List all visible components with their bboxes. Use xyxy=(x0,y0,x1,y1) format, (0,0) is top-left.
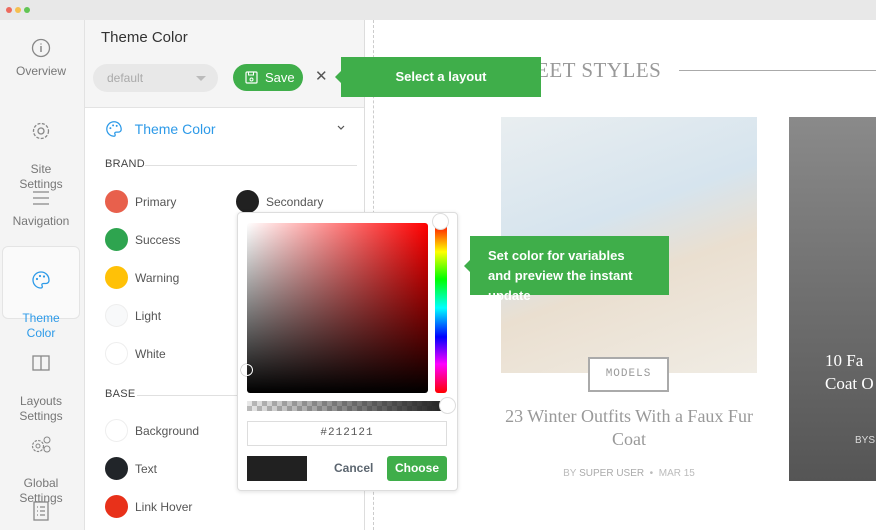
author-link[interactable]: S xyxy=(868,435,875,446)
layout-select-value: default xyxy=(107,71,144,85)
section-title: Theme Color xyxy=(134,121,216,137)
close-icon[interactable]: ✕ xyxy=(315,67,328,85)
save-icon xyxy=(245,71,258,84)
by-label: BY xyxy=(563,468,577,479)
divider xyxy=(145,165,357,166)
gears-icon xyxy=(31,436,51,453)
saturation-area[interactable] xyxy=(247,223,428,393)
article-title[interactable]: 23 Winter Outfits With a Faux Fur Coat xyxy=(501,405,757,451)
by-label: BY xyxy=(855,435,869,446)
color-circle xyxy=(105,457,128,480)
menu-icon xyxy=(33,191,49,205)
swatch-background[interactable]: Background xyxy=(105,419,199,442)
color-circle xyxy=(105,266,128,289)
article-title-2[interactable]: 10 Fa Coat O xyxy=(825,349,874,395)
close-window-button[interactable] xyxy=(6,7,12,13)
minimize-window-button[interactable] xyxy=(15,7,21,13)
swatch-warning[interactable]: Warning xyxy=(105,266,179,289)
sidebar-item-label: Navigation xyxy=(12,214,70,228)
choose-button[interactable]: Choose xyxy=(387,456,447,481)
theme-color-section-header[interactable]: Theme Color xyxy=(105,120,216,138)
base-group-label: BASE xyxy=(105,388,136,400)
sidebar-item-global-settings[interactable]: Global Settings xyxy=(2,420,80,506)
tooltip-set-color: Set color for variables and preview the … xyxy=(464,236,669,303)
chevron-down-icon xyxy=(196,76,206,86)
swatch-label: Success xyxy=(135,232,181,247)
category-badge[interactable]: MODELS xyxy=(588,357,669,392)
alpha-slider[interactable] xyxy=(247,401,447,411)
hue-slider[interactable] xyxy=(435,223,447,393)
article-image-2[interactable]: 10 Fa Coat O BYS xyxy=(789,117,876,481)
maximize-window-button[interactable] xyxy=(24,7,30,13)
sidebar-item-label: Theme Color xyxy=(22,311,60,340)
saturation-handle[interactable] xyxy=(241,364,253,376)
layout-select[interactable]: default xyxy=(93,64,218,92)
list-icon xyxy=(33,501,49,521)
article-meta-2: BYS xyxy=(855,435,875,446)
swatch-label: Light xyxy=(135,308,162,323)
palette-icon xyxy=(106,121,122,137)
color-circle xyxy=(236,190,259,213)
swatch-secondary[interactable]: Secondary xyxy=(236,190,323,213)
color-preview xyxy=(247,456,307,481)
swatch-white[interactable]: White xyxy=(105,342,166,365)
gear-icon xyxy=(32,122,50,140)
info-icon xyxy=(31,38,51,58)
swatch-text[interactable]: Text xyxy=(105,457,157,480)
save-button[interactable]: Save xyxy=(233,64,303,91)
save-label: Save xyxy=(265,70,295,85)
swatch-primary[interactable]: Primary xyxy=(105,190,176,213)
sidebar-item-theme-color[interactable]: Theme Color xyxy=(2,246,80,340)
alpha-handle[interactable] xyxy=(439,397,456,414)
swatch-label: Text xyxy=(135,461,158,476)
sidebar-item-layouts-settings[interactable]: Layouts Settings xyxy=(2,338,80,424)
color-picker: #212121 Cancel Choose xyxy=(237,212,458,491)
swatch-label: Background xyxy=(135,423,200,438)
swatch-label: White xyxy=(135,346,166,361)
panel-header: Theme Color default Save ✕ xyxy=(85,20,364,108)
author-link[interactable]: SUPER USER xyxy=(579,468,644,479)
tooltip-select-layout: Select a layout xyxy=(335,57,541,97)
cancel-button[interactable]: Cancel xyxy=(334,461,373,475)
color-circle xyxy=(105,228,128,251)
chevron-down-icon[interactable] xyxy=(336,124,346,132)
sidebar-item-more[interactable] xyxy=(2,500,80,528)
sidebar-item-label: Layouts Settings xyxy=(19,394,63,423)
color-circle xyxy=(105,304,128,327)
hex-input[interactable]: #212121 xyxy=(247,421,447,446)
palette-icon xyxy=(32,271,50,289)
color-circle xyxy=(105,190,128,213)
swatch-label: Warning xyxy=(135,270,180,285)
section-heading: EET STYLES xyxy=(536,58,662,82)
sidebar-item-navigation[interactable]: Navigation xyxy=(2,188,80,229)
window-titlebar xyxy=(0,0,876,20)
color-circle xyxy=(105,342,128,365)
swatch-label: Primary xyxy=(135,194,177,209)
hue-handle[interactable] xyxy=(432,213,449,230)
page-title: Theme Color xyxy=(101,29,188,46)
swatch-success[interactable]: Success xyxy=(105,228,180,251)
brand-group-label: BRAND xyxy=(105,158,146,170)
heading-rule xyxy=(679,70,876,71)
sidebar: Overview Site Settings Navigation Theme … xyxy=(0,20,85,530)
swatch-label: Secondary xyxy=(266,194,324,209)
color-circle xyxy=(105,495,128,518)
swatch-link-hover[interactable]: Link Hover xyxy=(105,495,192,518)
swatch-light[interactable]: Light xyxy=(105,304,161,327)
article-date: MAR 15 xyxy=(658,468,695,479)
sidebar-item-label: Site Settings xyxy=(19,162,63,191)
article-meta: BY SUPER USER • MAR 15 xyxy=(563,468,695,479)
sidebar-item-overview[interactable]: Overview xyxy=(2,38,80,79)
color-circle xyxy=(105,419,128,442)
layout-icon xyxy=(32,355,50,371)
swatch-label: Link Hover xyxy=(135,499,193,514)
sidebar-item-site-settings[interactable]: Site Settings xyxy=(2,106,80,192)
sidebar-item-label: Overview xyxy=(15,64,66,78)
